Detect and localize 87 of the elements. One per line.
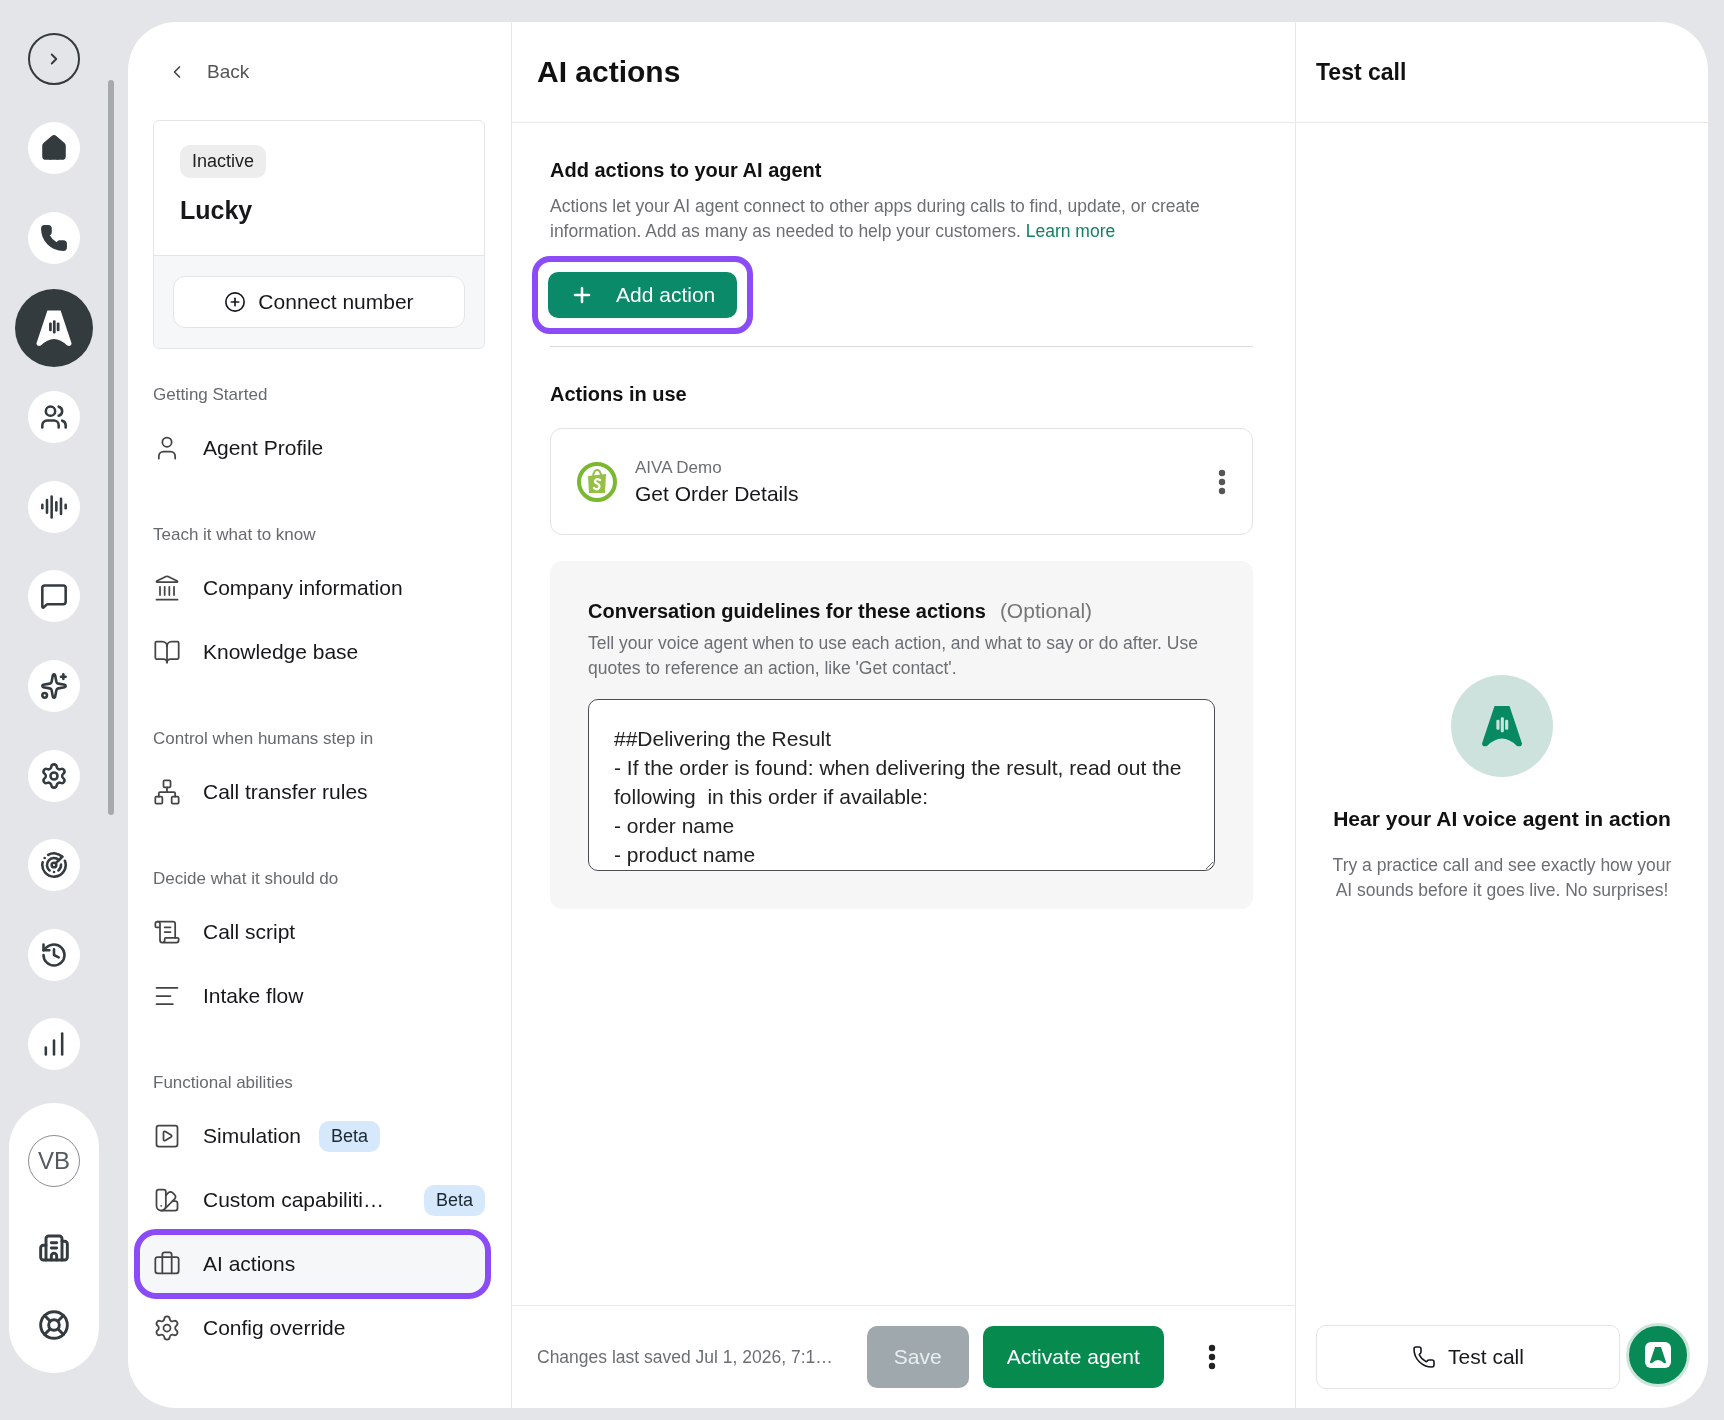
sidebar-item-label: Simulation xyxy=(203,1124,302,1148)
sidebar-item[interactable]: Intake flow xyxy=(153,967,485,1025)
more-options-button[interactable] xyxy=(1207,1344,1216,1370)
beta-badge: Beta xyxy=(319,1120,381,1152)
bank-icon xyxy=(153,574,181,602)
sidebar-item[interactable]: Call transfer rules xyxy=(153,763,485,821)
agent-logo-icon xyxy=(1644,1341,1672,1369)
action-name: Get Order Details xyxy=(635,481,799,506)
history-icon xyxy=(40,940,68,969)
rail-nav-button[interactable] xyxy=(28,480,80,533)
save-status-text: Changes last saved Jul 1, 2026, 7:1… xyxy=(537,1346,833,1368)
sidebar-item-label: Intake flow xyxy=(203,984,304,1008)
chat-bubble-icon xyxy=(40,582,68,611)
guidelines-description: Tell your voice agent when to use each action, and what to say or do after. Use quotes to reference an action, like 'Get contact'. xyxy=(588,632,1199,680)
rail-nav-button[interactable] xyxy=(28,122,80,175)
section-heading: Add actions to your AI agent xyxy=(550,159,823,182)
panel-heading: Hear your AI voice agent in action xyxy=(1333,807,1671,831)
expand-toggle-button[interactable] xyxy=(28,32,80,85)
guidelines-heading: Conversation guidelines for these actions xyxy=(588,600,986,623)
sidebar-item-label: Call transfer rules xyxy=(203,780,368,804)
rail-nav-button[interactable] xyxy=(28,839,80,892)
sidebar-item-label: Config override xyxy=(203,1316,346,1340)
section-description: Actions let your AI agent connect to other apps during calls to find, update, or create information. Add as many as needed to help your customers. Learn more xyxy=(550,195,1201,243)
sidebar-item-label: Custom capabiliti… xyxy=(203,1188,384,1212)
rail-nav-button[interactable] xyxy=(28,749,80,802)
rail-nav-button[interactable] xyxy=(28,659,80,712)
sidebar-item[interactable]: Knowledge base xyxy=(153,623,485,681)
more-options-button[interactable] xyxy=(1218,468,1226,495)
rail-nav-button[interactable] xyxy=(28,212,80,264)
back-link[interactable]: Back xyxy=(153,48,487,96)
guidelines-input-field[interactable]: ##Delivering the Result - If the order is found: when delivering the result, read out the following in this order if available: - order name - product name xyxy=(588,699,1215,871)
section-heading: Functional abilities xyxy=(153,1073,294,1093)
sidebar-item-label: Call script xyxy=(203,920,296,944)
panel-description: Try a practice call and see exactly how your AI sounds before it goes live. No surprises! xyxy=(1332,854,1672,902)
kebab-icon xyxy=(1207,1344,1216,1370)
app-name: AIVA Demo xyxy=(635,457,723,478)
page-title: AI actions xyxy=(537,55,681,89)
gear-icon xyxy=(40,761,68,790)
rail-nav-button[interactable] xyxy=(28,928,80,981)
sidebar-item[interactable]: Agent Profile xyxy=(153,419,485,477)
sidebar-item[interactable]: Call script xyxy=(153,903,485,961)
add-action-button[interactable]: Add action xyxy=(548,272,738,318)
optional-label: (Optional) xyxy=(999,599,1093,623)
gear-icon xyxy=(153,1314,181,1342)
section-heading: Actions in use xyxy=(550,383,688,406)
house-icon xyxy=(40,134,68,163)
scroll-icon xyxy=(153,918,181,946)
swatch-icon xyxy=(153,1186,181,1214)
sidebar-item[interactable]: Simulation Beta xyxy=(153,1107,485,1165)
panel-title: Test call xyxy=(1316,58,1407,86)
phone-icon xyxy=(40,224,68,252)
connect-number-button[interactable]: Connect number xyxy=(173,276,465,328)
lifebuoy-icon xyxy=(38,1308,70,1341)
sidebar-item[interactable]: Config override xyxy=(153,1299,485,1357)
play-icon xyxy=(153,1122,181,1150)
activate-agent-button[interactable]: Activate agent xyxy=(982,1326,1164,1388)
hierarchy-icon xyxy=(153,778,181,806)
section-heading: Decide what it should do xyxy=(153,869,340,889)
people-icon xyxy=(40,403,68,432)
rail-nav-button[interactable] xyxy=(28,1018,80,1071)
section-heading: Getting Started xyxy=(153,385,269,405)
rail-nav-button[interactable] xyxy=(28,570,80,623)
status-badge: Inactive xyxy=(180,145,267,178)
sparkles-icon xyxy=(40,671,68,700)
sidebar-item-label: AI actions xyxy=(203,1252,296,1276)
section-heading: Control when humans step in xyxy=(153,729,375,749)
learn-more-link[interactable]: Learn more xyxy=(1025,221,1116,241)
beta-badge: Beta xyxy=(423,1184,485,1216)
scrollbar[interactable] xyxy=(108,80,114,815)
sidebar-item-label: Knowledge base xyxy=(203,640,359,664)
test-call-button[interactable]: Test call xyxy=(1316,1324,1620,1389)
sidebar-item[interactable]: Company information xyxy=(153,559,485,617)
sidebar-item-label: Agent Profile xyxy=(203,436,324,460)
phone-icon xyxy=(1412,1344,1437,1369)
plus-circle-icon xyxy=(224,291,247,313)
sidebar-item[interactable]: Custom capabiliti… Beta xyxy=(153,1171,485,1229)
rail-nav-button[interactable] xyxy=(28,391,80,444)
back-label: Back xyxy=(207,61,250,83)
sidebar-item-label: Company information xyxy=(203,576,403,600)
sound-wave-icon xyxy=(40,492,68,521)
kebab-icon xyxy=(1218,468,1226,495)
agent-name: Lucky xyxy=(180,196,253,225)
book-icon xyxy=(153,638,181,666)
rail-nav-button[interactable] xyxy=(38,1308,70,1341)
section-heading: Teach it what to know xyxy=(153,525,317,545)
shopping-bag-icon xyxy=(577,461,617,502)
radar-icon xyxy=(40,851,68,880)
